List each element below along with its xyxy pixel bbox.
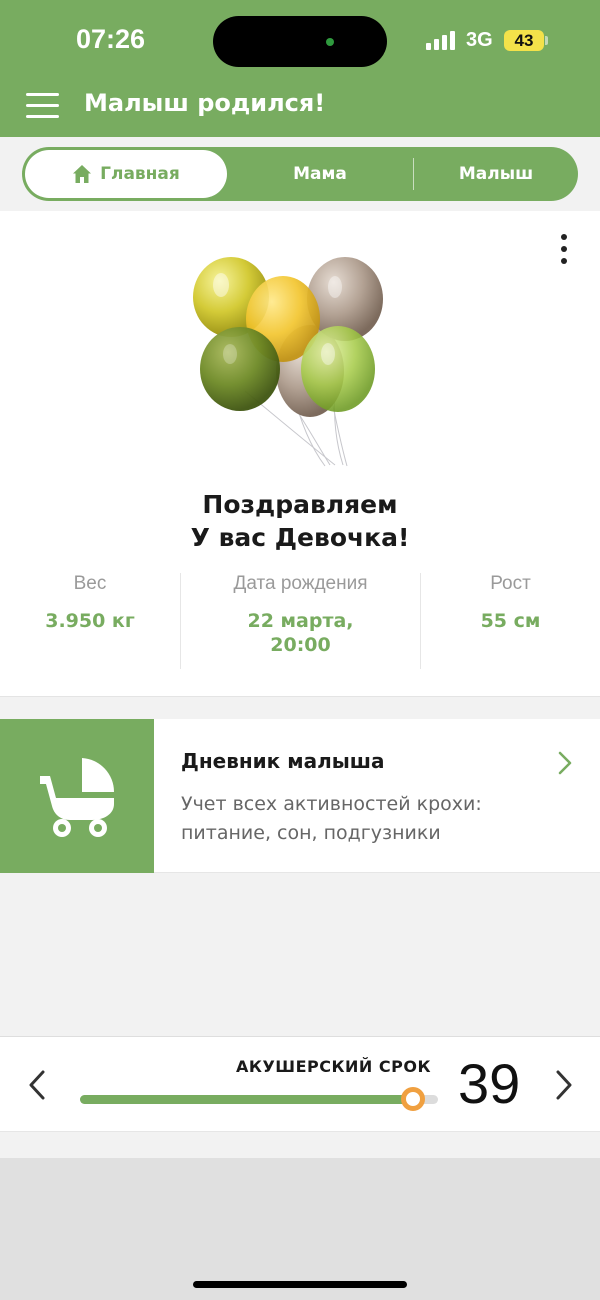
battery-tip bbox=[545, 36, 548, 45]
stat-weight-value: 3.950 кг bbox=[45, 610, 135, 632]
congrats-line-1: Поздравляем bbox=[202, 490, 398, 519]
tab-mom-label: Мама bbox=[293, 164, 347, 184]
diary-icon-box bbox=[0, 719, 154, 873]
stat-birth-date-line-1: 22 марта, bbox=[247, 610, 354, 632]
tab-home[interactable]: Главная bbox=[25, 150, 227, 198]
chevron-right-icon[interactable] bbox=[553, 1069, 575, 1101]
stat-height-value: 55 см bbox=[480, 610, 541, 632]
diary-description: Учет всех активностей крохи: питание, со… bbox=[181, 793, 482, 844]
status-time: 07:26 bbox=[76, 24, 146, 54]
tabs-bar: Главная Мама Малыш bbox=[0, 137, 600, 211]
balloons-image bbox=[193, 257, 383, 467]
stat-height-label: Рост bbox=[490, 573, 531, 594]
camera-indicator-icon bbox=[326, 38, 334, 46]
term-slider-thumb[interactable] bbox=[400, 1087, 425, 1111]
chevron-left-icon[interactable] bbox=[26, 1069, 48, 1101]
more-vert-icon[interactable] bbox=[556, 232, 572, 266]
page-title: Малыш родился! bbox=[84, 89, 326, 117]
stroller-icon bbox=[40, 758, 115, 837]
tab-baby-label: Малыш bbox=[458, 164, 534, 184]
network-type: 3G bbox=[466, 29, 493, 51]
term-slider-fill bbox=[80, 1095, 413, 1104]
bottom-panel bbox=[0, 1158, 600, 1300]
stat-weight-label: Вес bbox=[73, 573, 107, 594]
home-icon bbox=[73, 165, 92, 183]
congrats-title: Поздравляем У вас Девочка! bbox=[0, 488, 600, 554]
birth-stats: Вес 3.950 кг Дата рождения 22 марта, 20:… bbox=[0, 573, 600, 669]
chevron-right-icon bbox=[558, 751, 572, 775]
segmented-tabs: Главная Мама Малыш bbox=[22, 147, 578, 201]
stat-birth-date-value: 22 марта, 20:00 bbox=[181, 609, 420, 657]
congrats-card: Поздравляем У вас Девочка! Вес 3.950 кг … bbox=[0, 211, 600, 697]
app-header: 07:26 3G 43 Малыш родился! bbox=[0, 0, 600, 137]
signal-icon bbox=[426, 30, 458, 50]
term-label: АКУШЕРСКИЙ СРОК bbox=[236, 1057, 432, 1076]
menu-icon[interactable] bbox=[26, 93, 59, 119]
congrats-line-2: У вас Девочка! bbox=[190, 523, 410, 552]
tab-home-label: Главная bbox=[100, 164, 180, 184]
stat-birth-date-label: Дата рождения bbox=[233, 573, 368, 594]
term-slider[interactable] bbox=[80, 1087, 438, 1111]
dynamic-island bbox=[213, 16, 387, 67]
stat-birth-date-line-2: 20:00 bbox=[270, 634, 331, 656]
tab-mom[interactable]: Мама bbox=[227, 147, 413, 201]
baby-diary-card[interactable]: Дневник малыша Учет всех активностей кро… bbox=[0, 719, 600, 873]
stat-height: Рост 55 см bbox=[421, 573, 600, 633]
battery-icon: 43 bbox=[504, 30, 544, 51]
home-indicator[interactable] bbox=[193, 1281, 407, 1288]
stat-birth-date: Дата рождения 22 марта, 20:00 bbox=[181, 573, 420, 657]
status-bar: 07:26 3G 43 bbox=[0, 0, 600, 80]
diary-title: Дневник малыша bbox=[181, 749, 385, 773]
tab-baby[interactable]: Малыш bbox=[414, 147, 578, 201]
stat-weight: Вес 3.950 кг bbox=[0, 573, 180, 633]
term-value: 39 bbox=[458, 1052, 521, 1115]
pregnancy-term-bar: АКУШЕРСКИЙ СРОК 39 bbox=[0, 1036, 600, 1132]
